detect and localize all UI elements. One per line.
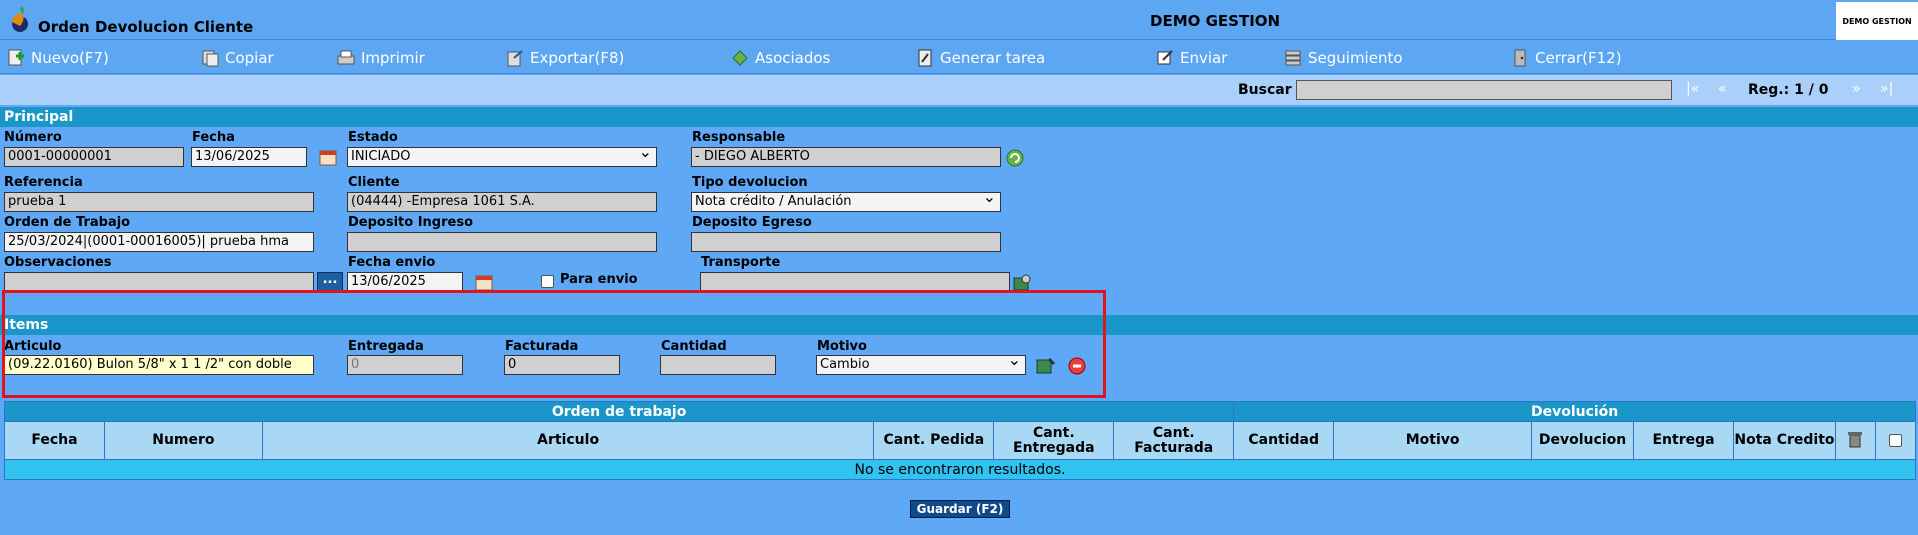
save-button[interactable]: Guardar (F2)	[910, 500, 1010, 518]
estado-label: Estado	[348, 130, 398, 145]
title-bar: Orden Devolucion Cliente DEMO GESTION DE…	[0, 0, 1918, 40]
col-cant-facturada[interactable]: Cant. Facturada	[1113, 421, 1235, 460]
fecha-envio-label: Fecha envio	[348, 255, 436, 270]
send-icon	[1157, 50, 1173, 65]
col-entrega[interactable]: Entrega	[1633, 421, 1734, 460]
record-counter: Reg.: 1 / 0	[1748, 82, 1829, 98]
col-motivo[interactable]: Motivo	[1333, 421, 1533, 460]
send-button[interactable]: Enviar	[1155, 48, 1227, 68]
numero-label: Número	[4, 130, 62, 145]
orden-trabajo-label: Orden de Trabajo	[4, 215, 131, 230]
last-record-button[interactable]: »|	[1880, 81, 1893, 97]
export-button[interactable]: Exportar(F8)	[505, 48, 624, 68]
trash-icon[interactable]	[1845, 429, 1865, 449]
deposito-ingreso-label: Deposito Ingreso	[348, 215, 474, 230]
group-orden-trabajo: Orden de trabajo	[3, 401, 1235, 422]
task-icon	[918, 49, 932, 67]
fecha-field[interactable]: 13/06/2025	[191, 147, 307, 167]
col-cant-pedida[interactable]: Cant. Pedida	[873, 421, 995, 460]
generate-task-button[interactable]: Generar tarea	[915, 48, 1045, 68]
observaciones-field[interactable]	[4, 272, 314, 292]
cliente-label: Cliente	[348, 175, 400, 190]
copy-label: Copiar	[225, 49, 274, 67]
close-label: Cerrar(F12)	[1535, 49, 1622, 67]
print-label: Imprimir	[361, 49, 425, 67]
send-label: Enviar	[1180, 49, 1228, 67]
col-select-all[interactable]	[1874, 421, 1917, 460]
fecha-label: Fecha	[192, 130, 235, 145]
app-logo-icon	[12, 6, 28, 32]
transporte-label: Transporte	[701, 255, 781, 270]
toolbar: Nuevo(F7) Copiar Imprimir Exportar(F8) A…	[0, 41, 1918, 74]
items-table: Orden de trabajo Devolución Fecha Numero…	[3, 401, 1917, 480]
search-input[interactable]	[1296, 80, 1672, 100]
empty-message: No se encontraron resultados.	[4, 459, 1916, 480]
company-title: DEMO GESTION	[1150, 12, 1281, 30]
prev-record-button[interactable]: «	[1718, 81, 1727, 97]
principal-header: Principal	[0, 107, 1918, 127]
search-bar: Buscar |« « Reg.: 1 / 0 » »|	[0, 75, 1918, 105]
estado-select[interactable]: INICIADO	[347, 147, 657, 167]
window-title: Orden Devolucion Cliente	[38, 18, 254, 36]
numero-field[interactable]: 0001-00000001	[4, 147, 184, 167]
responsable-field[interactable]: - DIEGO ALBERTO	[691, 147, 1001, 167]
observaciones-label: Observaciones	[4, 255, 112, 270]
export-icon	[507, 50, 523, 67]
tracking-icon	[1285, 50, 1301, 66]
calendar-icon[interactable]	[318, 147, 340, 169]
referencia-field[interactable]: prueba 1	[4, 192, 314, 212]
generate-task-label: Generar tarea	[940, 49, 1046, 67]
close-button[interactable]: Cerrar(F12)	[1510, 48, 1622, 68]
associated-label: Asociados	[755, 49, 831, 67]
para-envio-label: Para envio	[560, 272, 638, 287]
network-icon	[732, 50, 748, 66]
first-record-button[interactable]: |«	[1686, 81, 1699, 97]
brand-logo: DEMO GESTION	[1836, 2, 1918, 40]
export-label: Exportar(F8)	[530, 49, 625, 67]
print-button[interactable]: Imprimir	[336, 48, 425, 68]
orden-trabajo-field[interactable]: 25/03/2024|(0001-00016005)| prueba hma	[4, 232, 314, 252]
para-envio-checkbox[interactable]	[541, 275, 554, 288]
new-label: Nuevo(F7)	[31, 49, 109, 67]
associated-button[interactable]: Asociados	[730, 48, 830, 68]
col-cantidad[interactable]: Cantidad	[1233, 421, 1335, 460]
observaciones-more-button[interactable]: ...	[317, 272, 343, 292]
close-door-icon	[1514, 49, 1526, 67]
new-icon	[8, 49, 24, 66]
deposito-egreso-field[interactable]	[691, 232, 1001, 252]
col-articulo[interactable]: Articulo	[261, 421, 875, 460]
col-devolucion[interactable]: Devolucion	[1531, 421, 1635, 460]
deposito-ingreso-field[interactable]	[347, 232, 657, 252]
copy-icon	[202, 50, 219, 67]
new-button[interactable]: Nuevo(F7)	[6, 48, 109, 68]
tipo-devolucion-select[interactable]: Nota crédito / Anulación	[691, 192, 1001, 212]
transporte-field[interactable]	[700, 272, 1010, 292]
select-all-checkbox[interactable]	[1888, 433, 1902, 447]
tracking-button[interactable]: Seguimiento	[1283, 48, 1403, 68]
referencia-label: Referencia	[4, 175, 83, 190]
items-highlight-box	[2, 290, 1106, 398]
tracking-label: Seguimiento	[1308, 49, 1403, 67]
next-record-button[interactable]: »	[1852, 81, 1861, 97]
col-delete[interactable]	[1834, 421, 1876, 460]
col-nota-credito[interactable]: Nota Credito	[1733, 421, 1836, 460]
fecha-envio-field[interactable]: 13/06/2025	[347, 272, 463, 292]
tipo-devolucion-label: Tipo devolucion	[692, 175, 808, 190]
cliente-field[interactable]: (04444) -Empresa 1061 S.A.	[347, 192, 657, 212]
responsable-label: Responsable	[692, 130, 786, 145]
col-numero[interactable]: Numero	[103, 421, 263, 460]
printer-icon	[337, 50, 355, 65]
search-label: Buscar	[1238, 82, 1292, 98]
deposito-egreso-label: Deposito Egreso	[692, 215, 812, 230]
col-cant-entregada[interactable]: Cant. Entregada	[993, 421, 1115, 460]
group-devolucion: Devolución	[1233, 401, 1916, 422]
copy-button[interactable]: Copiar	[200, 48, 274, 68]
col-fecha[interactable]: Fecha	[4, 421, 105, 460]
refresh-icon[interactable]	[1004, 147, 1026, 169]
